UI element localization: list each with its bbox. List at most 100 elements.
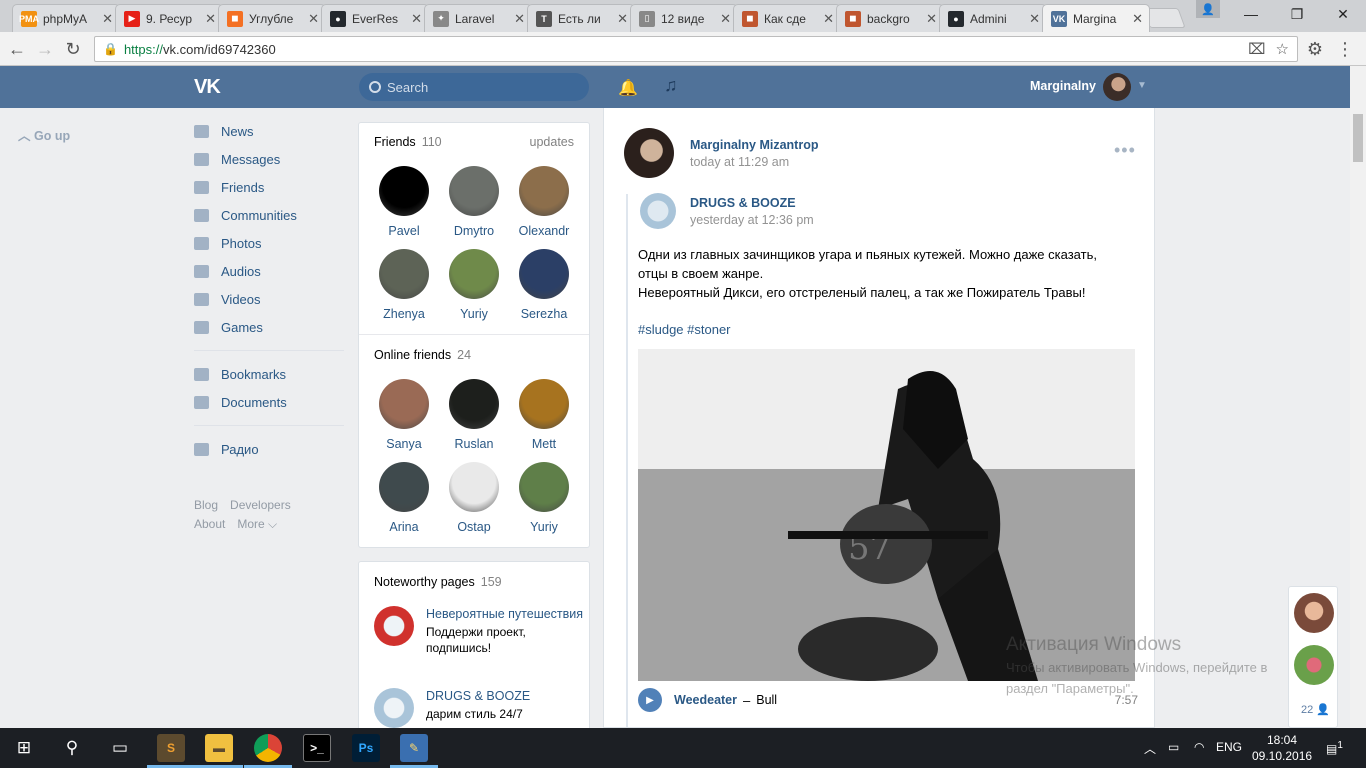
friend-item[interactable]: Arina: [369, 462, 439, 534]
battery-icon[interactable]: ▭: [1168, 740, 1179, 754]
developers-link[interactable]: Developers: [230, 498, 291, 512]
sidebar-item-games[interactable]: Games: [194, 313, 344, 341]
tab-close-icon[interactable]: ✕: [411, 11, 422, 27]
noteworthy-item[interactable]: DRUGS & BOOZE дарим стиль 24/7: [374, 688, 584, 728]
avatar[interactable]: [449, 249, 499, 299]
blog-link[interactable]: Blog: [194, 498, 218, 512]
taskbar-clock[interactable]: 18:04 09.10.2016: [1252, 732, 1312, 764]
language-indicator[interactable]: ENG: [1216, 740, 1242, 754]
friend-item[interactable]: Zhenya: [369, 249, 439, 321]
paint-icon[interactable]: ✎: [400, 734, 428, 762]
browser-tab[interactable]: T Есть ли ✕: [527, 4, 635, 32]
avatar[interactable]: [519, 462, 569, 512]
repost-author[interactable]: DRUGS & BOOZE: [690, 196, 796, 210]
go-up-link[interactable]: ︿ Go up: [18, 125, 70, 144]
avatar[interactable]: [519, 249, 569, 299]
tab-close-icon[interactable]: ✕: [617, 11, 628, 27]
chrome-icon[interactable]: [254, 734, 282, 762]
tab-close-icon[interactable]: ✕: [926, 11, 937, 27]
sidebar-item-documents[interactable]: Documents: [194, 388, 344, 416]
tray-chevron-icon[interactable]: ︿: [1144, 740, 1156, 757]
tab-close-icon[interactable]: ✕: [205, 11, 216, 27]
friend-item[interactable]: Sanya: [369, 379, 439, 451]
page-name[interactable]: DRUGS & BOOZE: [426, 688, 530, 704]
file-explorer-icon[interactable]: ▬: [205, 734, 233, 762]
chat-avatar[interactable]: [1294, 593, 1334, 633]
friend-item[interactable]: Yuriy: [509, 462, 579, 534]
browser-tab[interactable]: ◼ Как сде ✕: [733, 4, 841, 32]
bookmark-star-icon[interactable]: ☆: [1276, 40, 1289, 58]
friend-name[interactable]: Pavel: [369, 224, 439, 238]
post-photo[interactable]: 57: [638, 349, 1135, 681]
chevron-down-icon[interactable]: ▼: [1137, 80, 1147, 91]
post-author[interactable]: Marginalny Mizantrop: [690, 138, 818, 152]
repost-time[interactable]: yesterday at 12:36 pm: [690, 213, 814, 227]
tab-close-icon[interactable]: ✕: [720, 11, 731, 27]
friend-name[interactable]: Arina: [369, 520, 439, 534]
sidebar-item-bookmarks[interactable]: Bookmarks: [194, 360, 344, 388]
notifications-bell-icon[interactable]: 🔔: [618, 78, 638, 97]
tab-close-icon[interactable]: ✕: [514, 11, 525, 27]
minimize-button[interactable]: —: [1228, 0, 1274, 28]
friend-item[interactable]: Dmytro: [439, 166, 509, 238]
friend-item[interactable]: Ostap: [439, 462, 509, 534]
friend-item[interactable]: Pavel: [369, 166, 439, 238]
vk-logo[interactable]: VK: [194, 76, 228, 98]
friend-item[interactable]: Serezha: [509, 249, 579, 321]
search-input[interactable]: Search: [359, 73, 589, 101]
browser-tab[interactable]: ◼ Углубле ✕: [218, 4, 326, 32]
sidebar-item-news[interactable]: News: [194, 117, 344, 145]
friend-name[interactable]: Mett: [509, 437, 579, 451]
avatar[interactable]: [519, 166, 569, 216]
audio-title[interactable]: Bull: [756, 693, 777, 707]
friend-name[interactable]: Ostap: [439, 520, 509, 534]
tab-close-icon[interactable]: ✕: [308, 11, 319, 27]
forward-button[interactable]: →: [32, 36, 58, 62]
avatar[interactable]: [519, 379, 569, 429]
music-note-icon[interactable]: ♫: [664, 75, 678, 96]
post-hashtags[interactable]: #sludge #stoner: [638, 322, 731, 337]
tab-close-icon[interactable]: ✕: [1029, 11, 1040, 27]
sidebar-item-photos[interactable]: Photos: [194, 229, 344, 257]
more-link[interactable]: More ⌵: [237, 517, 277, 531]
browser-tab[interactable]: VK Margina ✕: [1042, 4, 1150, 32]
browser-tab[interactable]: PMA phpMyA ✕: [12, 4, 120, 32]
profile-icon[interactable]: 👤: [1196, 0, 1220, 18]
back-button[interactable]: ←: [4, 36, 30, 62]
noteworthy-item[interactable]: Невероятные путешествия Поддержи проект, …: [374, 606, 584, 656]
scrollbar-thumb[interactable]: [1353, 114, 1363, 162]
close-window-button[interactable]: ✕: [1320, 0, 1366, 28]
avatar[interactable]: [379, 462, 429, 512]
browser-tab[interactable]: ● EverRes ✕: [321, 4, 429, 32]
tab-close-icon[interactable]: ✕: [823, 11, 834, 27]
play-icon[interactable]: ▶: [638, 688, 662, 712]
header-avatar[interactable]: [1103, 73, 1131, 101]
friend-name[interactable]: Zhenya: [369, 307, 439, 321]
page-name[interactable]: Невероятные путешествия: [426, 606, 584, 622]
windows-start-icon[interactable]: ⊞: [0, 728, 48, 768]
friend-name[interactable]: Serezha: [509, 307, 579, 321]
avatar[interactable]: [379, 249, 429, 299]
task-view-icon[interactable]: ▭: [96, 728, 144, 768]
extension-gear-icon[interactable]: ⚙: [1302, 36, 1328, 62]
tab-close-icon[interactable]: ✕: [1132, 11, 1143, 27]
tab-close-icon[interactable]: ✕: [102, 11, 113, 27]
audio-artist[interactable]: Weedeater: [674, 693, 737, 707]
browser-tab[interactable]: ▯ 12 виде ✕: [630, 4, 738, 32]
noteworthy-title[interactable]: Noteworthy pages 159: [374, 575, 502, 589]
updates-link[interactable]: updates: [530, 135, 574, 149]
repost-avatar[interactable]: [640, 193, 676, 229]
sidebar-item-audios[interactable]: Audios: [194, 257, 344, 285]
browser-tab[interactable]: ● Admini ✕: [939, 4, 1047, 32]
search-icon[interactable]: ⚲: [48, 728, 96, 768]
photoshop-icon[interactable]: Ps: [352, 734, 380, 762]
friend-name[interactable]: Yuriy: [439, 307, 509, 321]
friend-item[interactable]: Olexandr: [509, 166, 579, 238]
online-count-badge[interactable]: 22 👤: [1301, 703, 1330, 716]
friend-name[interactable]: Ruslan: [439, 437, 509, 451]
header-username[interactable]: Marginalny: [1030, 79, 1096, 93]
sidebar-item-messages[interactable]: Messages: [194, 145, 344, 173]
avatar[interactable]: [379, 166, 429, 216]
sublime-icon[interactable]: S: [157, 734, 185, 762]
reload-button[interactable]: ↻: [60, 36, 86, 62]
